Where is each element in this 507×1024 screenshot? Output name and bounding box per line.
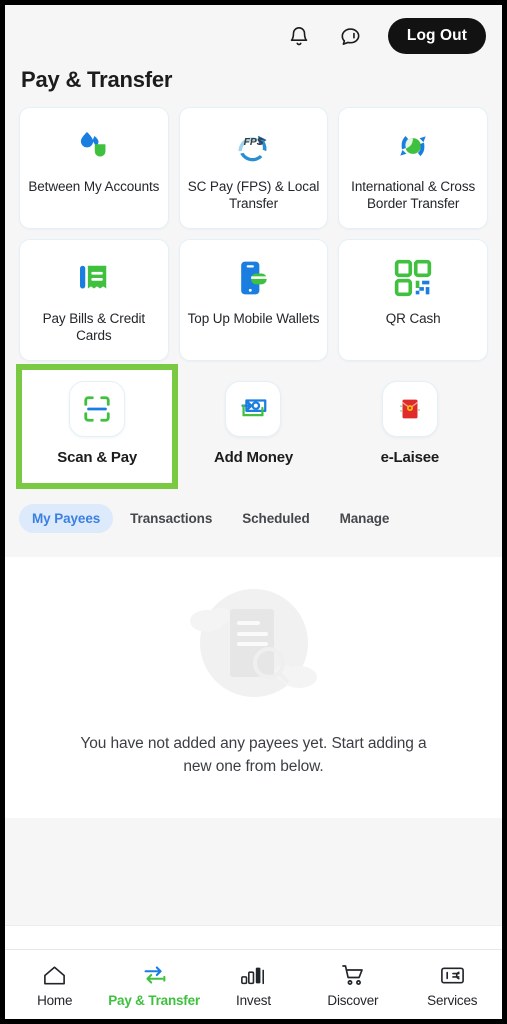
tile-qr-cash[interactable]: QR Cash bbox=[338, 239, 488, 361]
services-card-icon bbox=[439, 961, 466, 987]
tile-label: Top Up Mobile Wallets bbox=[187, 311, 320, 326]
tab-manage[interactable]: Manage bbox=[327, 504, 403, 533]
nav-item-invest[interactable]: Invest bbox=[205, 961, 301, 1008]
quick-action-add-money[interactable]: Add Money bbox=[175, 371, 331, 468]
banknote-arrow-icon[interactable] bbox=[225, 381, 282, 437]
logout-button[interactable]: Log Out bbox=[387, 18, 486, 54]
mobile-wallet-icon bbox=[233, 256, 273, 300]
bottom-spacer bbox=[5, 818, 502, 926]
bottom-navigation: Home Pay & Transfer Invest Discover Serv… bbox=[5, 949, 502, 1019]
nav-label: Pay & Transfer bbox=[108, 993, 200, 1008]
transfer-arrows-icon bbox=[139, 961, 169, 987]
bell-icon[interactable] bbox=[284, 21, 314, 51]
tile-label: Between My Accounts bbox=[28, 179, 160, 194]
empty-state: You have not added any payees yet. Start… bbox=[5, 557, 502, 818]
fps-icon: FPS bbox=[230, 124, 276, 168]
tile-top-up-mobile-wallets[interactable]: Top Up Mobile Wallets bbox=[178, 239, 329, 361]
transfer-tile-grid: Between My Accounts FPS SC Pay (FPS) & L… bbox=[5, 107, 502, 361]
quick-action-label: Scan & Pay bbox=[57, 449, 138, 466]
document-magnifier-icon bbox=[159, 583, 349, 708]
tile-label: Pay Bills & Credit Cards bbox=[42, 311, 146, 343]
tab-scheduled[interactable]: Scheduled bbox=[229, 504, 322, 533]
payee-tabs: My Payees Transactions Scheduled Manage bbox=[5, 486, 502, 549]
home-icon bbox=[42, 961, 67, 987]
globe-arrows-icon bbox=[392, 124, 434, 168]
tab-transactions[interactable]: Transactions bbox=[117, 504, 225, 533]
tab-my-payees[interactable]: My Payees bbox=[19, 504, 114, 533]
tile-label: International & Cross Border Transfer bbox=[351, 179, 476, 211]
empty-state-message: You have not added any payees yet. Start… bbox=[80, 735, 427, 775]
header-bar: Log Out bbox=[5, 5, 502, 67]
quick-action-label: Add Money bbox=[213, 449, 293, 466]
bar-chart-icon bbox=[240, 961, 266, 987]
red-envelope-icon[interactable] bbox=[381, 381, 438, 437]
top-section: Log Out Pay & Transfer Between My Accoun… bbox=[5, 5, 502, 557]
svg-text:FPS: FPS bbox=[244, 137, 264, 148]
quick-actions-row: Scan & Pay Add Money e-Laisee bbox=[5, 364, 502, 489]
nav-label: Services bbox=[427, 993, 478, 1008]
tile-pay-bills[interactable]: Pay Bills & Credit Cards bbox=[19, 239, 169, 361]
chat-bubble-icon[interactable] bbox=[336, 21, 366, 51]
nav-item-services[interactable]: Services bbox=[404, 961, 500, 1008]
nav-item-home[interactable]: Home bbox=[7, 961, 103, 1008]
tile-international-transfer[interactable]: International & Cross Border Transfer bbox=[338, 107, 488, 229]
page-title: Pay & Transfer bbox=[21, 67, 173, 92]
quick-action-label: e-Laisee bbox=[380, 449, 440, 466]
receipt-icon bbox=[74, 256, 114, 300]
scan-frame-icon[interactable] bbox=[69, 381, 126, 437]
qr-code-icon bbox=[393, 256, 433, 300]
tile-label: QR Cash bbox=[385, 311, 441, 326]
tile-sc-pay-fps[interactable]: FPS SC Pay (FPS) & Local Transfer bbox=[178, 107, 329, 229]
tile-label: SC Pay (FPS) & Local Transfer bbox=[187, 179, 320, 211]
quick-action-e-laisee[interactable]: e-Laisee bbox=[332, 371, 488, 468]
cart-icon bbox=[340, 961, 366, 987]
tile-between-my-accounts[interactable]: Between My Accounts bbox=[19, 107, 169, 229]
nav-label: Home bbox=[37, 993, 73, 1008]
nav-label: Invest bbox=[236, 993, 271, 1008]
nav-item-discover[interactable]: Discover bbox=[305, 961, 401, 1008]
two-drops-transfer-icon bbox=[73, 124, 115, 168]
nav-label: Discover bbox=[327, 993, 379, 1008]
quick-action-scan-and-pay[interactable]: Scan & Pay bbox=[15, 364, 179, 489]
app-screen: Log Out Pay & Transfer Between My Accoun… bbox=[5, 5, 502, 1019]
nav-item-pay-transfer[interactable]: Pay & Transfer bbox=[106, 961, 202, 1008]
